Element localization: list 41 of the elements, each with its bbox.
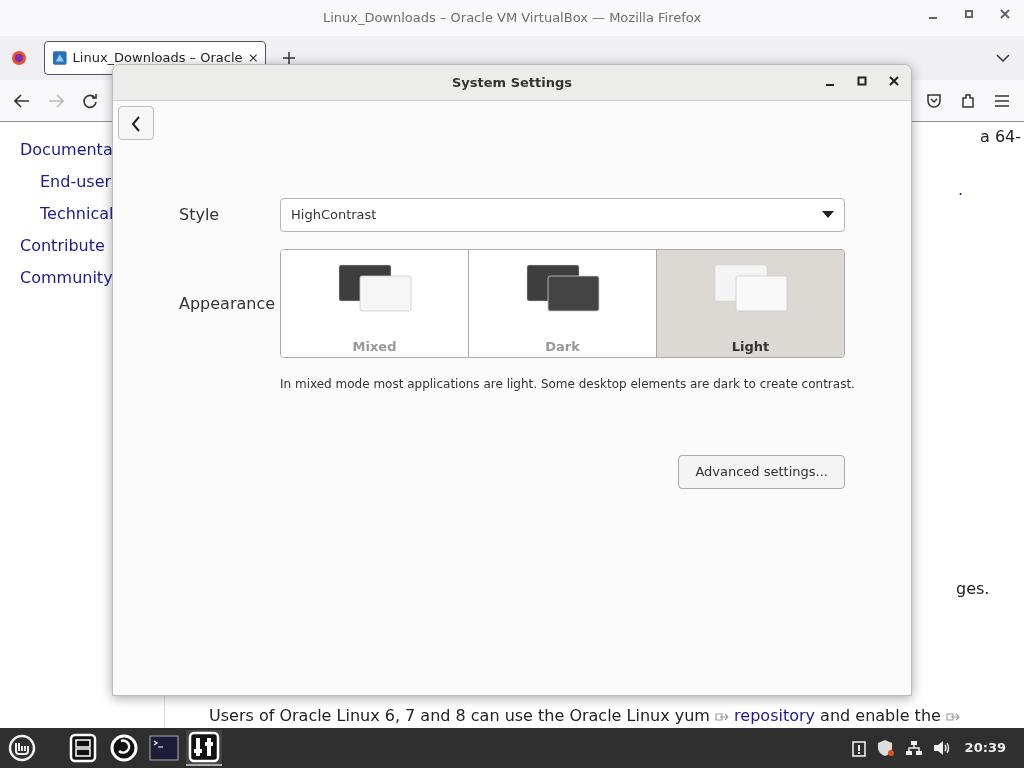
close-icon[interactable]: [889, 75, 899, 87]
back-icon[interactable]: [14, 93, 30, 108]
field-label: Style: [179, 204, 221, 226]
tab-title: Linux_Downloads – Oracle: [72, 49, 243, 68]
window-title: Linux_Downloads – Oracle VM VirtualBox — Mozilla Firefox: [322, 9, 702, 28]
firefox-icon[interactable]: [11, 50, 27, 66]
link[interactable]: repository: [715, 706, 815, 725]
text-fragment: ges.: [956, 578, 991, 600]
new-tab-icon[interactable]: [282, 51, 296, 65]
advanced-settings-button[interactable]: Advanced settings...: [678, 455, 845, 489]
external-link-icon: [715, 711, 729, 722]
pocket-icon[interactable]: [926, 92, 942, 109]
dialog-title: System Settings: [451, 73, 572, 92]
windows-icon: [713, 264, 788, 312]
network-icon[interactable]: [904, 740, 923, 756]
back-button[interactable]: [118, 106, 154, 140]
clock[interactable]: 20:39: [964, 738, 1006, 758]
reload-icon[interactable]: [82, 92, 98, 109]
style-dropdown[interactable]: HighContrast: [280, 198, 845, 232]
link[interactable]: .: [958, 179, 966, 201]
mint-menu-icon[interactable]: [8, 734, 36, 762]
windows-icon: [337, 264, 412, 312]
extensions-icon[interactable]: [960, 92, 976, 109]
external-link-icon: [945, 711, 960, 722]
maximize-icon[interactable]: [857, 75, 867, 87]
shield-icon[interactable]: [876, 739, 895, 757]
chevron-down-icon[interactable]: [996, 53, 1010, 63]
menu-icon[interactable]: [994, 93, 1010, 108]
description-text: In mixed mode most applications are light. Some desktop elements are dark to create contrast.: [280, 376, 856, 393]
windows-icon: [525, 264, 600, 312]
clipboard-icon[interactable]: [850, 739, 867, 757]
paragraph: Users of Oracle Linux 6, 7 and 8 can use the Oracle Linux yum repository and enable the: [209, 704, 1024, 728]
close-icon[interactable]: [248, 53, 257, 63]
favicon-icon: [53, 50, 67, 66]
appearance-option[interactable]: Light: [656, 250, 844, 357]
field-label: Appearance: [179, 292, 277, 315]
volume-icon[interactable]: [932, 740, 951, 756]
taskbar-app[interactable]: [186, 730, 222, 766]
back-icon: [130, 115, 142, 132]
dropdown-arrow-icon: [822, 211, 834, 219]
text-fragment: a 64-: [980, 126, 1023, 148]
